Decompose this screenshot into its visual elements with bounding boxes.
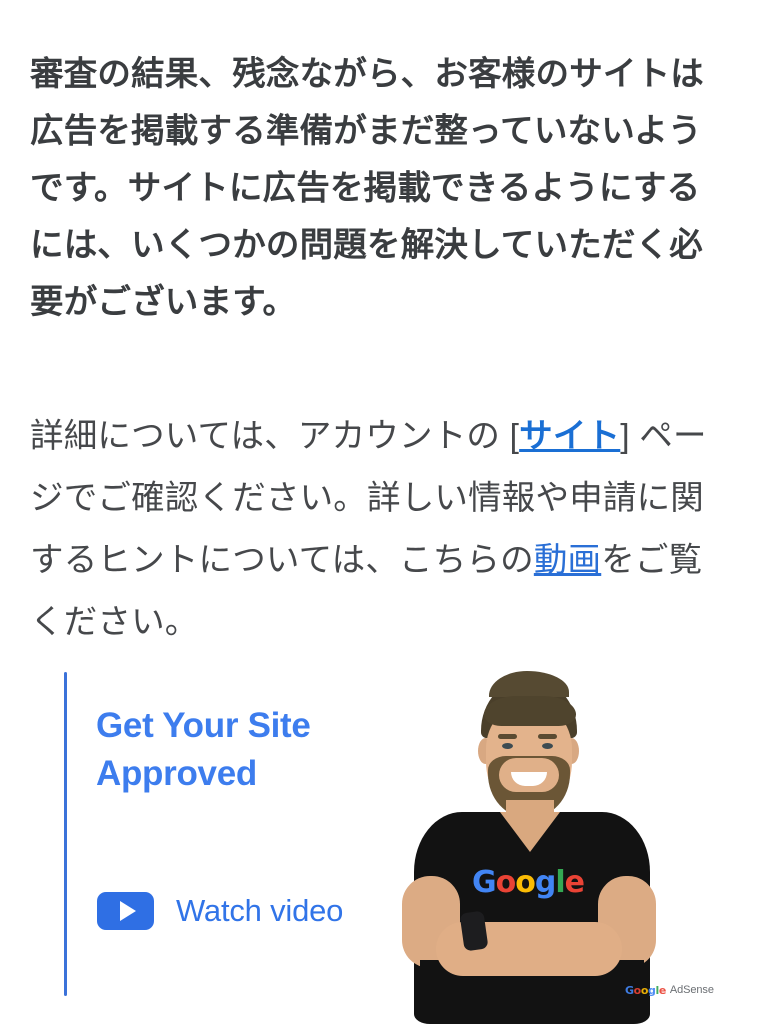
lead-paragraph: 審査の結果、残念ながら、お客様のサイトは広告を掲載する準備がまだ整っていないよう… [30, 55, 704, 321]
watch-video-label: Watch video [176, 893, 344, 928]
promo-accent-rule [64, 672, 67, 996]
tshirt-logo-letter-2: o [495, 865, 517, 900]
presenter-photo: Google [396, 660, 696, 1024]
google-letter-1: G [625, 984, 634, 997]
google-adsense-logo: Google AdSense [625, 984, 714, 997]
play-triangle [119, 901, 136, 921]
tshirt-logo-letter-5: l [555, 865, 565, 900]
page-root: 審査の結果、残念ながら、お客様のサイトは広告を掲載する準備がまだ整っていないよう… [0, 0, 766, 1024]
detail-text-part1: 詳細については、アカウントの [30, 417, 510, 455]
tshirt-logo-letter-6: e [564, 865, 585, 900]
promo-card[interactable]: Get Your Site Approved Watch video Googl… [0, 660, 766, 1024]
promo-title: Get Your Site Approved [96, 702, 396, 798]
tshirt-logo-letter-1: G [472, 865, 497, 900]
hair-fringe [484, 696, 576, 726]
adsense-product-name: AdSense [669, 984, 714, 996]
eye-left [502, 743, 513, 749]
google-letter-4: g [647, 984, 656, 997]
google-letter-2: o [633, 984, 642, 997]
google-letter-6: e [658, 984, 666, 997]
promo-title-line2: Approved [96, 754, 257, 793]
eyebrow-right [538, 734, 557, 739]
detail-paragraph: 詳細については、アカウントの [サイト] ページでご確認ください。詳しい情報や申… [30, 406, 730, 654]
eyebrow-left [498, 734, 517, 739]
bracket-close: ] [620, 417, 630, 455]
tshirt-google-logo: Google [472, 865, 585, 900]
site-page-link[interactable]: サイト [519, 418, 620, 455]
watch-video-button[interactable]: Watch video [97, 892, 343, 930]
bracket-open: [ [509, 417, 520, 455]
wristwatch [459, 910, 489, 952]
google-wordmark: Google [625, 985, 666, 996]
tshirt-logo-letter-3: o [515, 865, 536, 900]
promo-title-line1: Get Your Site [96, 706, 311, 745]
google-letter-3: o [640, 984, 649, 997]
play-icon[interactable] [97, 892, 154, 930]
video-link[interactable]: 動画 [534, 542, 601, 579]
tshirt-logo-letter-4: g [534, 865, 557, 900]
eye-right [542, 743, 553, 749]
